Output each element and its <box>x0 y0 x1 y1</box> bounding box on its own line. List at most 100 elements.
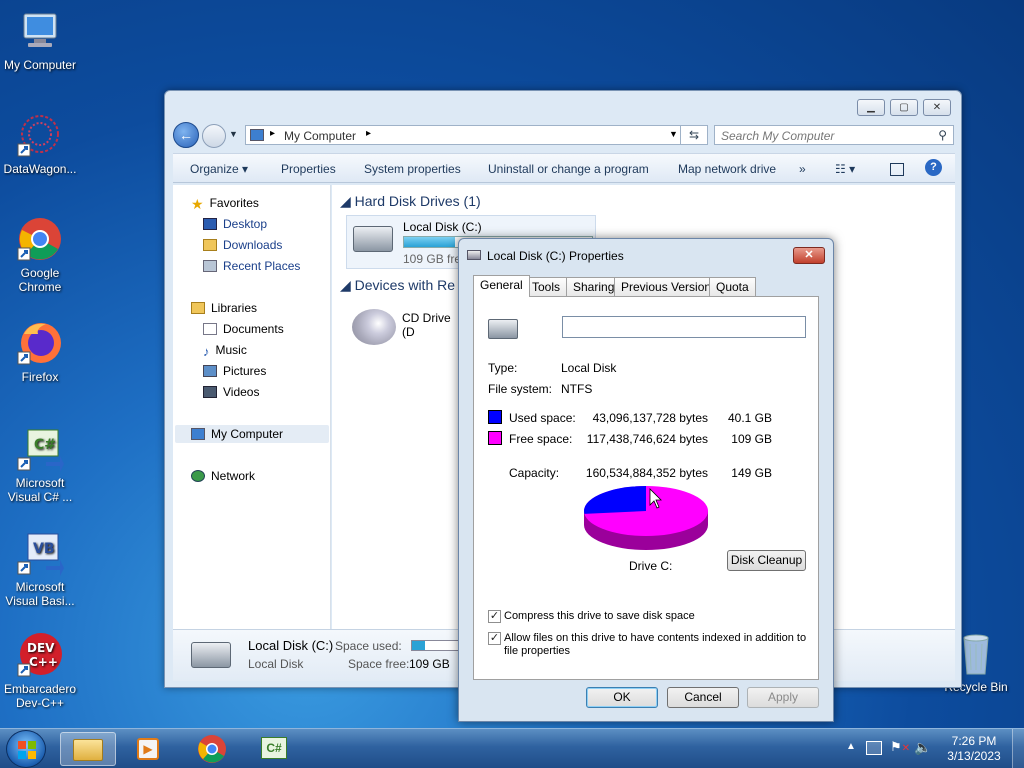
pictures-icon <box>203 365 217 377</box>
volume-tray-icon[interactable]: 🔈 <box>914 739 931 756</box>
details-space-free-value: 109 GB <box>409 657 450 671</box>
nav-documents[interactable]: Documents <box>203 320 284 338</box>
visual-csharp-icon: C# <box>16 426 64 474</box>
ok-button[interactable]: OK <box>586 687 658 708</box>
back-button[interactable]: ← <box>173 122 199 148</box>
separator <box>488 401 806 402</box>
svg-text:DEV: DEV <box>27 641 55 655</box>
taskbar-visual-csharp-button[interactable]: C# <box>248 732 300 766</box>
nav-recent-places[interactable]: Recent Places <box>203 257 300 275</box>
clock-time: 7:26 PM <box>951 734 997 748</box>
nav-my-computer[interactable]: My Computer <box>175 425 329 443</box>
breadcrumb-my-computer[interactable]: My Computer <box>284 129 356 143</box>
desktop-icon-my-computer[interactable]: My Computer <box>0 8 80 72</box>
maximize-button[interactable]: ▢ <box>890 99 918 116</box>
uninstall-program-button[interactable]: Uninstall or change a program <box>488 162 649 176</box>
close-button[interactable]: ✕ <box>923 99 951 116</box>
datawagon-icon <box>16 112 64 160</box>
tab-general[interactable]: General <box>473 275 530 297</box>
show-hidden-icons-button[interactable]: ▲ <box>846 741 856 752</box>
taskbar-media-player-button[interactable]: ▶ <box>122 732 174 766</box>
tab-quota[interactable]: Quota <box>709 277 756 296</box>
folder-icon <box>73 739 103 761</box>
desktop-icon-chrome[interactable]: Google Chrome <box>0 216 80 294</box>
nav-downloads[interactable]: Downloads <box>203 236 282 254</box>
search-input[interactable]: Search My Computer ⚲ <box>714 125 954 145</box>
computer-small-icon <box>250 129 264 141</box>
taskbar-chrome-button[interactable] <box>186 732 238 766</box>
visual-basic-icon: VB <box>16 530 64 578</box>
change-view-icon[interactable]: ☷ ▾ <box>835 162 855 176</box>
nav-favorites[interactable]: ★ Favorites <box>191 194 259 212</box>
show-desktop-button[interactable] <box>1012 729 1024 768</box>
action-center-tray-icon[interactable]: ⚑✕ <box>890 739 910 755</box>
index-checkbox[interactable]: ✓ <box>488 632 501 645</box>
nav-desktop[interactable]: Desktop <box>203 215 267 233</box>
properties-button[interactable]: Properties <box>281 162 336 176</box>
details-space-used-label: Space used: <box>335 639 402 653</box>
organize-menu[interactable]: Organize ▾ <box>190 162 248 176</box>
minimize-button[interactable]: ▁ <box>857 99 885 116</box>
group-header-hard-disks[interactable]: ◢ Hard Disk Drives (1) <box>340 193 481 210</box>
cd-drive-name: CD Drive (D <box>402 311 451 339</box>
drive-chart-label: Drive C: <box>629 559 673 573</box>
preview-pane-icon[interactable] <box>890 163 904 176</box>
nav-network[interactable]: Network <box>191 467 255 485</box>
start-button[interactable] <box>6 730 46 768</box>
disk-cleanup-button[interactable]: Disk Cleanup <box>727 550 806 571</box>
svg-text:VB: VB <box>33 541 55 557</box>
more-commands-button[interactable]: » <box>799 162 806 176</box>
compress-label: Compress this drive to save disk space <box>504 610 695 622</box>
map-network-drive-button[interactable]: Map network drive <box>678 162 776 176</box>
desktop-icon-devcpp[interactable]: DEV C++ Embarcadero Dev-C++ <box>0 632 80 710</box>
group-header-devices[interactable]: ◢ Devices with Re <box>340 277 455 294</box>
properties-dialog: Local Disk (C:) Properties ✕ General Too… <box>458 238 834 722</box>
hard-drive-icon <box>488 319 518 339</box>
taskbar: ▶ C# ▲ ⚑✕ 🔈 7:26 PM 3/13/2023 <box>0 728 1024 768</box>
system-properties-button[interactable]: System properties <box>364 162 461 176</box>
nav-videos[interactable]: Videos <box>203 383 259 401</box>
help-icon[interactable]: ? <box>925 159 942 176</box>
nav-libraries[interactable]: Libraries <box>191 299 257 317</box>
hard-drive-icon <box>353 226 393 252</box>
desktop-icon-label: Firefox <box>21 370 59 384</box>
taskbar-explorer-button[interactable] <box>60 732 116 766</box>
network-icon <box>191 470 205 482</box>
tab-tools[interactable]: Tools <box>525 277 568 296</box>
cancel-button[interactable]: Cancel <box>667 687 739 708</box>
tab-previous-versions[interactable]: Previous Versions <box>614 277 725 296</box>
refresh-button[interactable]: ⇆ <box>680 125 708 145</box>
svg-text:C#: C# <box>34 437 56 453</box>
dialog-close-button[interactable]: ✕ <box>793 247 825 264</box>
compress-checkbox[interactable]: ✓ <box>488 610 501 623</box>
separator <box>488 455 806 456</box>
breadcrumb-chevron-icon[interactable]: ▸ <box>270 128 275 139</box>
details-usage-fill <box>412 641 425 650</box>
hard-drive-icon <box>191 642 231 668</box>
recent-pages-dropdown[interactable]: ▼ <box>229 129 238 139</box>
address-dropdown-icon[interactable]: ▼ <box>669 129 678 139</box>
desktop-folder-icon <box>203 218 217 230</box>
apply-button[interactable]: Apply <box>747 687 819 708</box>
cd-drive-tile[interactable]: CD Drive (D <box>346 301 466 355</box>
nav-pictures[interactable]: Pictures <box>203 362 266 380</box>
address-bar[interactable]: ▸ My Computer ▸ ▼ <box>245 125 685 145</box>
network-tray-icon[interactable] <box>866 741 882 755</box>
computer-small-icon <box>191 428 205 440</box>
breadcrumb-chevron-icon[interactable]: ▸ <box>366 128 371 139</box>
clock[interactable]: 7:26 PM 3/13/2023 <box>944 734 1004 764</box>
desktop-icon-visual-basic[interactable]: VB Microsoft Visual Basi... <box>0 530 80 608</box>
details-drive-name: Local Disk (C:) <box>248 638 334 653</box>
nav-music[interactable]: ♪ Music <box>203 341 247 359</box>
cd-drive-icon <box>352 309 396 345</box>
desktop-icon-visual-csharp[interactable]: C# Microsoft Visual C# ... <box>0 426 80 504</box>
free-space-gb: 109 GB <box>731 432 772 446</box>
desktop-icon-firefox[interactable]: Firefox <box>0 320 80 384</box>
drive-label-input[interactable] <box>562 316 806 338</box>
capacity-bytes: 160,534,884,352 bytes <box>585 466 708 480</box>
capacity-gb: 149 GB <box>731 466 772 480</box>
forward-button[interactable] <box>202 124 226 148</box>
libraries-icon <box>191 302 205 314</box>
index-label-line2: file properties <box>504 645 571 657</box>
desktop-icon-datawagon[interactable]: DataWagon... <box>0 112 80 176</box>
